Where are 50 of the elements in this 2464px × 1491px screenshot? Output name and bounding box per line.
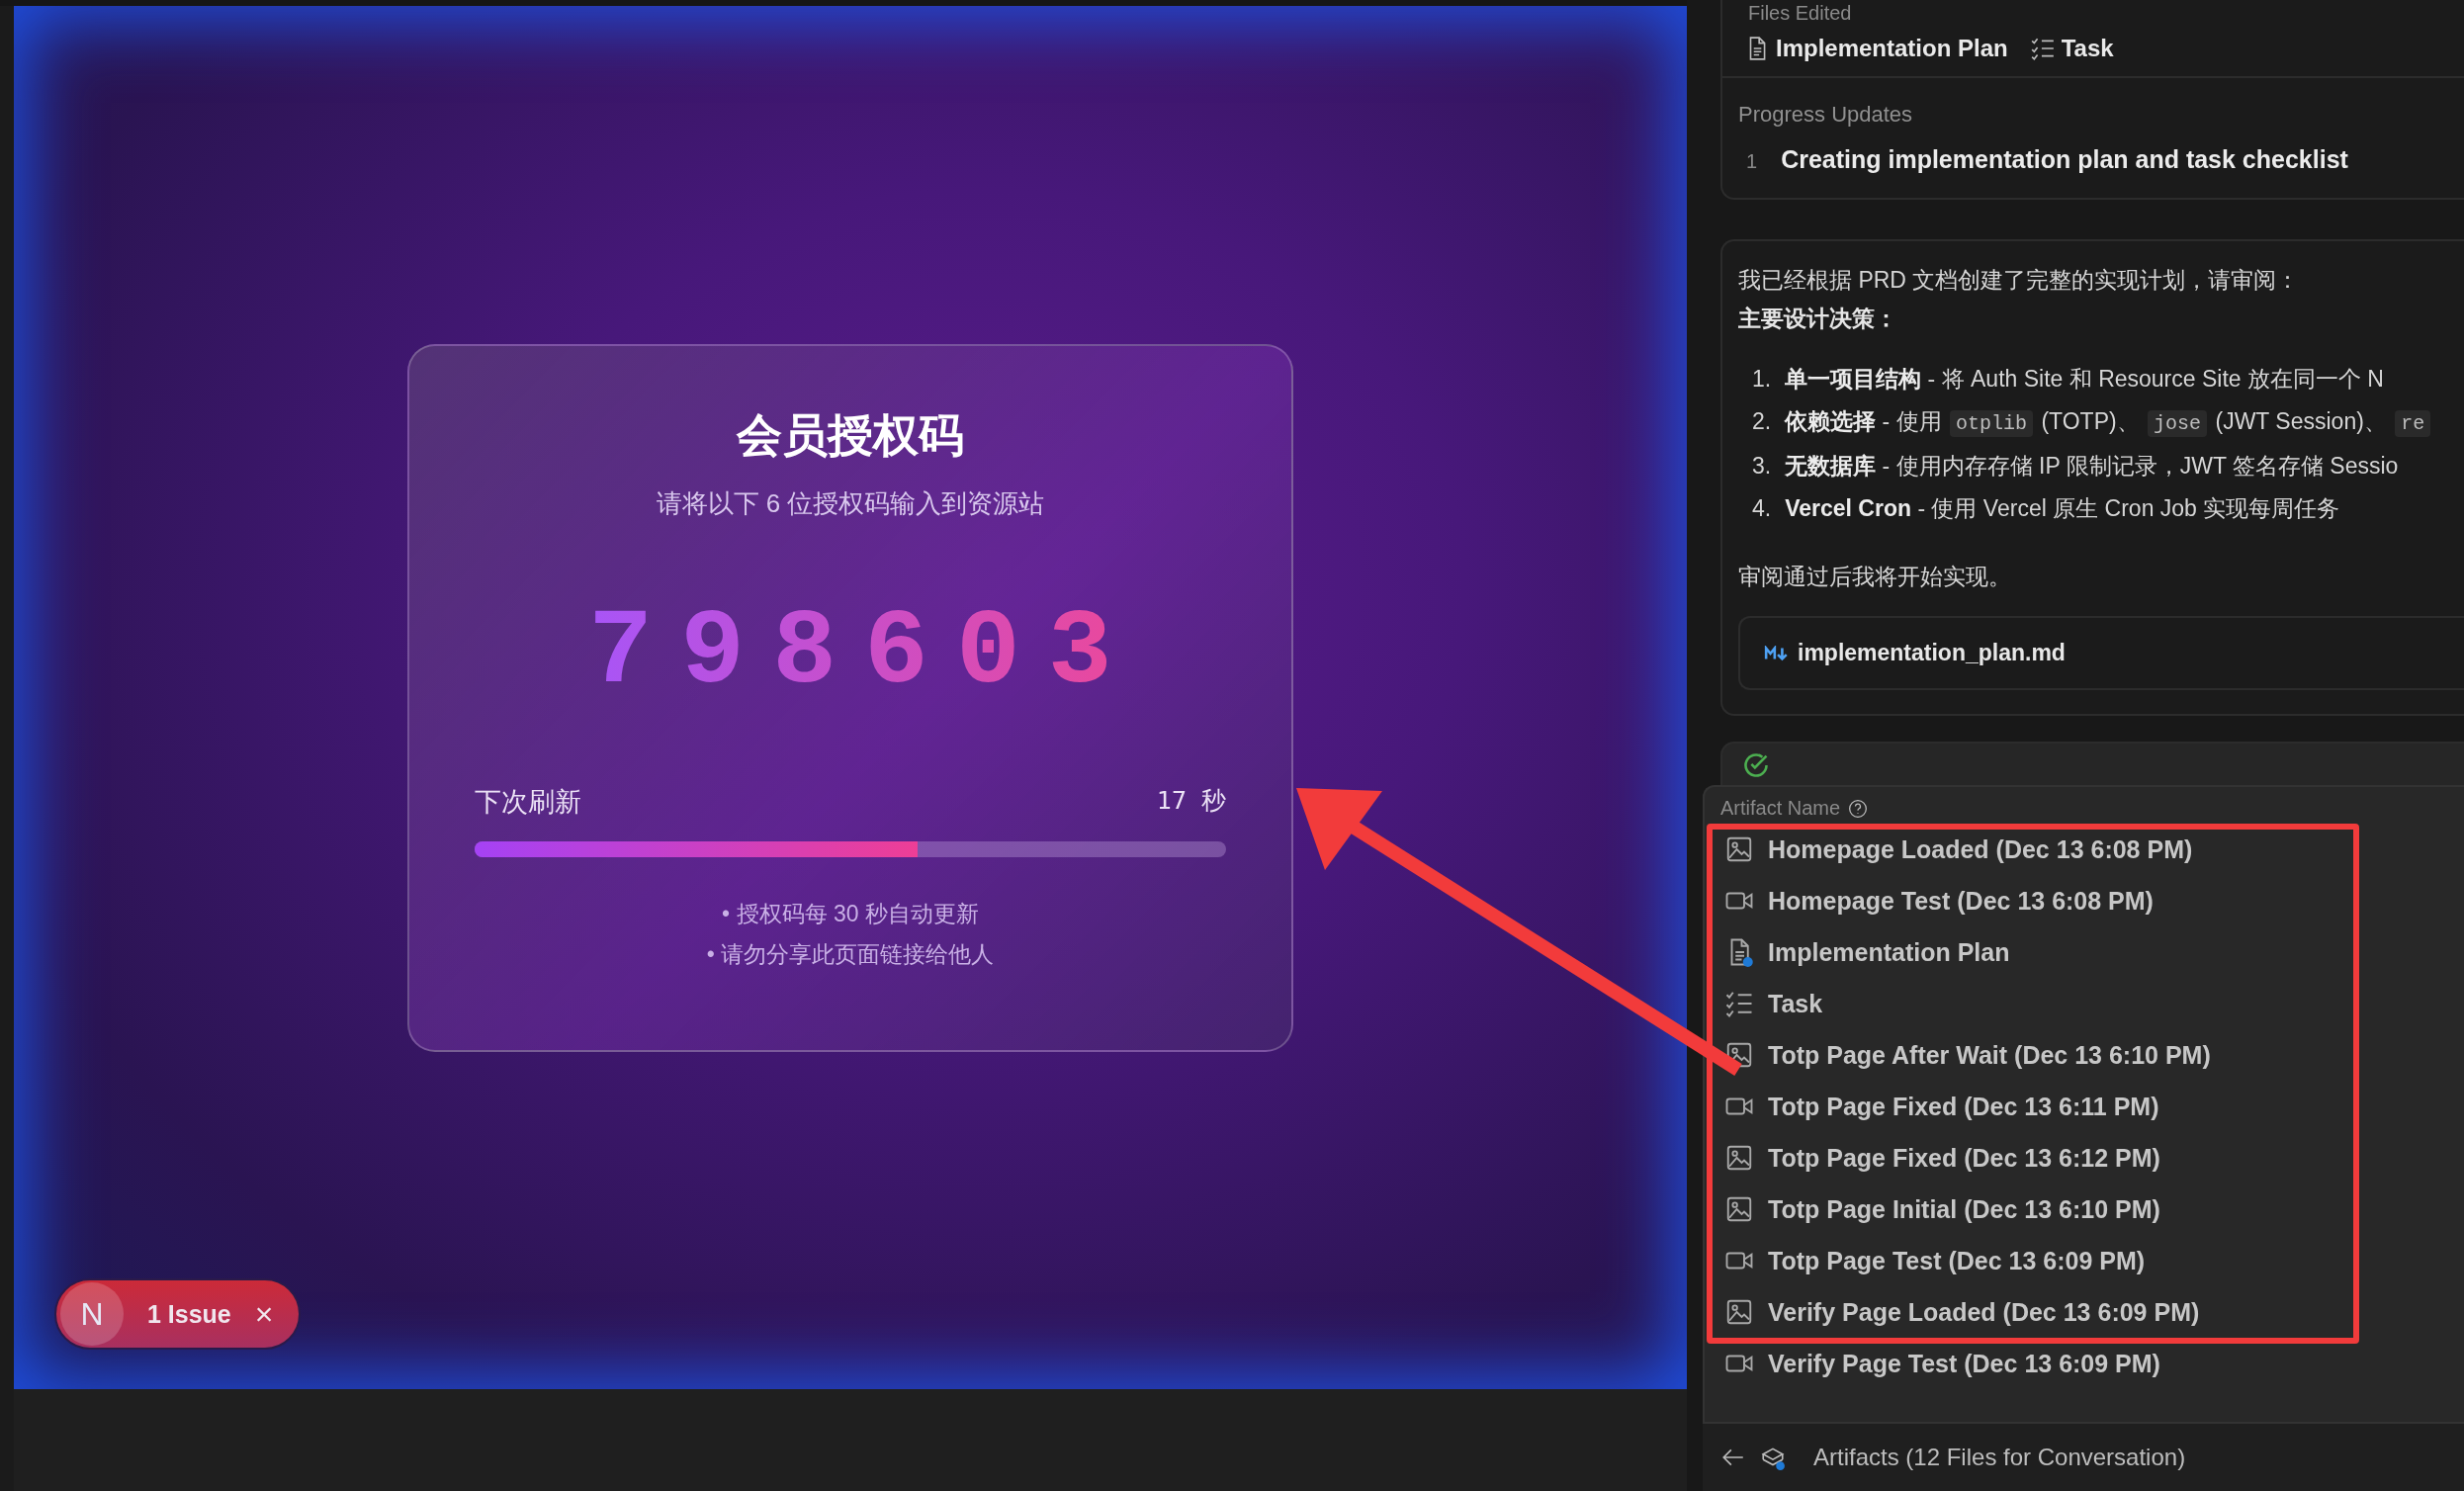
- file-link[interactable]: Task: [2029, 35, 2114, 62]
- list-item-text: 无数据库 - 使用内存存储 IP 限制记录，JWT 签名存储 Sessio: [1785, 452, 2399, 481]
- issue-label: 1 Issue: [147, 1299, 231, 1329]
- artifact-item[interactable]: Totp Page Fixed (Dec 13 6:12 PM): [1705, 1132, 2464, 1184]
- artifact-item[interactable]: Implementation Plan: [1705, 926, 2464, 978]
- markdown-icon: [1764, 645, 1790, 661]
- artifact-item[interactable]: Homepage Test (Dec 13 6:08 PM): [1705, 875, 2464, 926]
- close-icon[interactable]: ×: [254, 1295, 274, 1333]
- note-text: • 请勿分享此页面链接给他人: [706, 939, 995, 969]
- countdown-text: 17 秒: [1156, 784, 1226, 817]
- step-number: 1: [1746, 150, 1758, 173]
- artifacts-footer-text: Artifacts (12 Files for Conversation): [1813, 1444, 2186, 1471]
- help-icon: [1848, 798, 1869, 819]
- message-heading: 主要设计决策：: [1738, 305, 1898, 333]
- artifact-item[interactable]: Verify Page Loaded (Dec 13 6:09 PM): [1705, 1286, 2464, 1338]
- artifact-item[interactable]: Totp Page Fixed (Dec 13 6:11 PM): [1705, 1081, 2464, 1132]
- column-header: Artifact Name: [1720, 797, 1841, 820]
- list-item-text: 单一项目结构 - 将 Auth Site 和 Resource Site 放在同一个 N: [1785, 365, 2384, 394]
- list-number: 2.: [1752, 407, 1772, 436]
- attachment-link[interactable]: implementation_plan.md: [1738, 616, 2464, 690]
- checklist-icon: [2029, 36, 2056, 61]
- section-heading: Files Edited: [1747, 1, 1853, 25]
- list-number: 3.: [1752, 452, 1772, 481]
- artifact-item[interactable]: Totp Page After Wait (Dec 13 6:10 PM): [1705, 1029, 2464, 1081]
- logo-circle: N: [60, 1282, 124, 1346]
- image-icon: [1724, 1297, 1754, 1327]
- card-subtitle: 请将以下 6 位授权码输入到资源站: [656, 486, 1045, 520]
- list-item-text: 依赖选择 - 使用 otplib (TOTP)、 jose (JWT Session)、 re: [1785, 404, 2433, 441]
- image-icon: [1724, 1143, 1754, 1173]
- artifact-item[interactable]: Homepage Loaded (Dec 13 6:08 PM): [1705, 824, 2464, 875]
- message-text: 审阅通过后我将开始实现。: [1738, 563, 2012, 591]
- artifact-item[interactable]: Totp Page Initial (Dec 13 6:10 PM): [1705, 1184, 2464, 1235]
- check-circle-icon: [1742, 751, 1770, 779]
- artifact-item[interactable]: Task: [1705, 978, 2464, 1029]
- section-heading: Progress Updates: [1737, 101, 1914, 128]
- image-icon: [1724, 1040, 1754, 1070]
- artifact-item[interactable]: Verify Page Test (Dec 13 6:09 PM): [1705, 1338, 2464, 1389]
- artifact-item[interactable]: Totp Page Test (Dec 13 6:09 PM): [1705, 1235, 2464, 1286]
- refresh-label: 下次刷新: [475, 785, 581, 819]
- list-number: 4.: [1752, 494, 1772, 523]
- note-text: • 授权码每 30 秒自动更新: [722, 899, 979, 928]
- image-icon: [1724, 834, 1754, 864]
- list-number: 1.: [1752, 365, 1772, 394]
- issue-badge[interactable]: N 1 Issue ×: [54, 1278, 302, 1350]
- card-title: 会员授权码: [737, 407, 964, 463]
- file-link[interactable]: Implementation Plan: [1744, 35, 2008, 62]
- step-text: Creating implementation plan and task checklist: [1781, 145, 2348, 174]
- message-text: 我已经根据 PRD 文档创建了完整的实现计划，请审阅：: [1738, 266, 2301, 295]
- list-item-text: Vercel Cron - 使用 Vercel 原生 Cron Job 实现每周任务: [1785, 494, 2340, 523]
- image-icon: [1724, 1194, 1754, 1224]
